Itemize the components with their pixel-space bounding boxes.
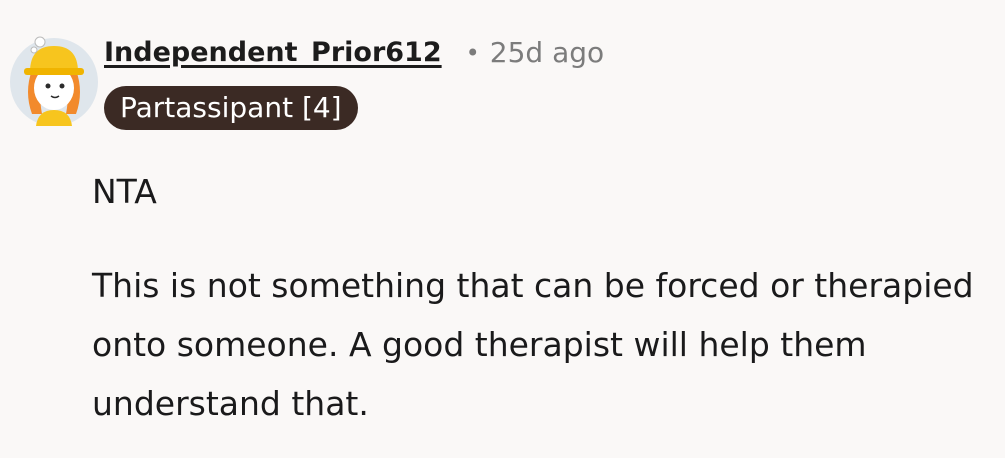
comment-verdict: NTA — [92, 172, 157, 211]
timestamp[interactable]: 25d ago — [490, 36, 604, 69]
comment: Independent_Prior612 • 25d ago Partassip… — [0, 0, 1005, 458]
user-avatar[interactable] — [10, 30, 98, 126]
separator-dot: • — [465, 38, 480, 67]
comment-paragraph: This is not something that can be forced… — [92, 266, 974, 423]
comment-header: Independent_Prior612 • 25d ago — [104, 36, 604, 69]
comment-body: NTA This is not something that can be fo… — [92, 168, 992, 433]
user-flair-badge: Partassipant [4] — [104, 86, 358, 130]
username-link[interactable]: Independent_Prior612 — [104, 37, 442, 68]
